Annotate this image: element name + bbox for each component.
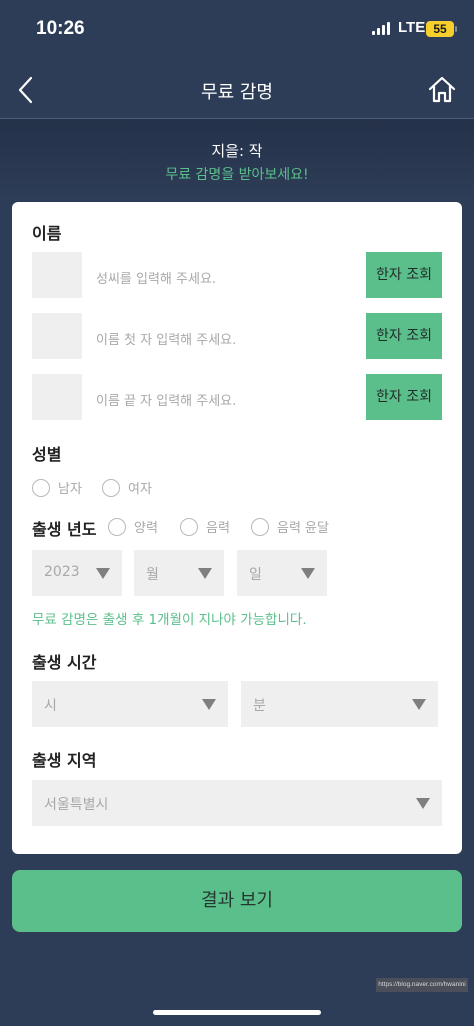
form-card: 이름 성씨를 입력해 주세요. 한자 조회 이름 첫 자 입력해 주세요. 한자… [12, 202, 462, 854]
first-char-hanja-box[interactable] [32, 313, 82, 359]
birth-notice: 무료 감명은 출생 후 1개월이 지나야 가능합니다. [32, 612, 307, 628]
year-select[interactable]: 2023 [32, 550, 122, 596]
name-section-label: 이름 [32, 224, 62, 243]
radio-circle[interactable] [102, 478, 120, 497]
birth-time-section-label: 출생 시간 [32, 653, 97, 672]
calendar-option-label: 음력 윤달 [277, 521, 329, 536]
dropdown-arrow-icon [412, 699, 426, 710]
region-select[interactable]: 서울특별시 [32, 780, 442, 826]
gender-option-label: 여자 [128, 482, 152, 497]
region-select-value: 서울특별시 [44, 797, 109, 813]
calendar-option-label: 음력 [206, 521, 230, 536]
radio-circle[interactable] [32, 478, 50, 497]
app-header: 무료 감명 [0, 62, 474, 119]
minute-select[interactable]: 분 [241, 681, 438, 727]
dropdown-arrow-icon [198, 568, 212, 579]
gender-section-label: 성별 [32, 445, 62, 464]
dropdown-arrow-icon [202, 699, 216, 710]
last-char-hanja-button[interactable]: 한자 조회 [366, 374, 442, 420]
calendar-option-label: 양력 [134, 521, 158, 536]
first-char-input[interactable]: 이름 첫 자 입력해 주세요. [96, 329, 236, 348]
gender-radio-male[interactable]: 남자 [32, 478, 82, 497]
day-select[interactable]: 일 [237, 550, 327, 596]
gender-radio-female[interactable]: 여자 [102, 478, 152, 497]
result-button[interactable]: 결과 보기 [12, 870, 462, 932]
calendar-radio-solar[interactable]: 양력 [108, 517, 158, 536]
network-label: LTE [398, 19, 426, 36]
minute-select-value: 분 [253, 698, 266, 714]
surname-input[interactable]: 성씨를 입력해 주세요. [96, 268, 216, 287]
last-char-hanja-box[interactable] [32, 374, 82, 420]
gender-option-label: 남자 [58, 482, 82, 497]
dropdown-arrow-icon [96, 568, 110, 579]
signal-icon [372, 22, 390, 35]
month-select-value: 월 [146, 567, 159, 583]
blog-watermark: https://blog.naver.com/hwanini [376, 978, 468, 992]
home-indicator[interactable] [153, 1010, 321, 1015]
page-title: 무료 감명 [201, 82, 273, 103]
status-bar: 10:26 LTE 55 [0, 0, 474, 62]
battery-icon: 55 [426, 21, 457, 37]
year-select-value: 2023 [44, 564, 80, 580]
author-text: 지을: 작 [211, 142, 263, 160]
calendar-radio-lunar[interactable]: 음력 [180, 517, 230, 536]
surname-hanja-button[interactable]: 한자 조회 [366, 252, 442, 298]
hour-select-value: 시 [44, 698, 57, 714]
dropdown-arrow-icon [416, 798, 430, 809]
radio-circle[interactable] [180, 517, 198, 536]
home-icon[interactable] [426, 74, 458, 106]
first-char-hanja-button[interactable]: 한자 조회 [366, 313, 442, 359]
birth-region-section-label: 출생 지역 [32, 751, 97, 770]
last-char-input[interactable]: 이름 끝 자 입력해 주세요. [96, 390, 236, 409]
status-time: 10:26 [36, 18, 85, 39]
month-select[interactable]: 월 [134, 550, 224, 596]
hour-select[interactable]: 시 [32, 681, 228, 727]
radio-circle[interactable] [251, 517, 269, 536]
dropdown-arrow-icon [301, 568, 315, 579]
radio-circle[interactable] [108, 517, 126, 536]
day-select-value: 일 [249, 567, 262, 583]
surname-hanja-box[interactable] [32, 252, 82, 298]
calendar-radio-lunar-leap[interactable]: 음력 윤달 [251, 517, 329, 536]
birth-year-section-label: 출생 년도 [32, 520, 97, 539]
intro-subtitle: 무료 감명을 받아보세요! [165, 167, 309, 183]
